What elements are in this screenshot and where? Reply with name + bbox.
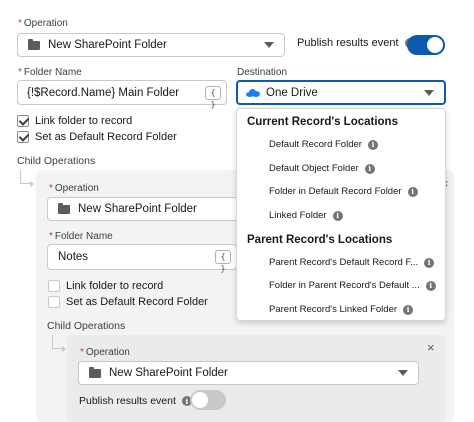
info-icon: i [403,304,414,315]
dropdown-option[interactable]: Folder in Default Record Folder i [269,186,418,197]
operation-label: * Operation [18,18,68,29]
dropdown-option[interactable]: Default Object Folder i [269,163,375,174]
dropdown-group-heading: Parent Record's Locations [247,234,393,246]
publish-results-label: Publish results event [297,37,399,49]
child-link-folder-checkbox[interactable] [48,280,60,292]
default-folder-checkbox[interactable] [17,131,29,143]
child-connector [20,170,34,187]
folder-icon [89,366,101,378]
destination-select-value: One Drive [266,86,318,99]
child-operation-select[interactable]: New SharePoint Folder [47,197,257,221]
folder-name-label-text: Folder Name [23,67,82,78]
child-folder-name-label: * Folder Name [49,231,113,242]
folder-icon [58,202,70,214]
link-folder-label: Link folder to record [35,115,133,127]
nested-operation-select[interactable]: New SharePoint Folder [78,361,419,385]
dropdown-option-label: Parent Record's Default Record F... [269,257,419,268]
dropdown-option-label: Parent Record's Linked Folder [269,304,398,315]
nested-operation-label: * Operation [80,347,130,358]
chevron-down-icon [424,89,434,96]
child-connector [52,335,66,352]
nested-publish-results-label: Publish results event [79,395,176,407]
required-asterisk: * [80,347,84,358]
chevron-down-icon [398,370,408,376]
folder-icon [28,38,40,50]
dropdown-option-label: Folder in Parent Record's Default ... [269,280,420,291]
destination-dropdown: Current Record's Locations Default Recor… [236,108,446,321]
dropdown-option-label: Default Record Folder [269,139,362,150]
child-folder-name-value: Notes [58,251,89,263]
merge-field-button[interactable]: { } [215,250,231,273]
operation-select-value: New SharePoint Folder [48,39,167,51]
chevron-down-icon [264,42,274,48]
info-icon: i [424,257,435,268]
child-link-folder-label: Link folder to record [66,280,164,292]
merge-field-button[interactable]: { } [205,86,221,109]
child-default-folder-label: Set as Default Record Folder [66,296,208,308]
destination-select[interactable]: One Drive [236,80,446,105]
link-folder-checkbox[interactable] [17,115,29,127]
toggle-knob [192,392,208,408]
dropdown-option-label: Folder in Default Record Folder [269,186,402,197]
publish-results-row: Publish results event i [297,37,415,49]
dropdown-option[interactable]: Linked Folder i [269,210,343,221]
child-operation-label-text: Operation [54,183,99,194]
child-folder-name-label-text: Folder Name [54,231,113,242]
folder-name-label: * Folder Name [18,67,82,78]
info-icon: i [364,163,375,174]
onedrive-cloud-icon [246,88,260,97]
info-icon: i [425,280,436,291]
info-icon: i [367,139,378,150]
child-operation-select-value: New SharePoint Folder [78,203,197,215]
nested-operation-select-value: New SharePoint Folder [109,367,228,379]
info-icon: i [407,186,418,197]
required-asterisk: * [18,67,22,78]
folder-name-value: {!$Record.Name} Main Folder [27,86,180,99]
nested-publish-results-row: Publish results event i [79,395,192,407]
nested-operation-label-text: Operation [85,347,130,358]
dropdown-option-label: Default Object Folder [269,163,359,174]
info-icon: i [332,210,343,221]
required-asterisk: * [49,231,53,242]
close-icon[interactable]: × [427,341,435,354]
dropdown-group-heading: Current Record's Locations [247,116,398,128]
destination-label: Destination [237,67,288,78]
child-operations-label: Child Operations [17,155,96,167]
child-child-operations-label: Child Operations [47,320,126,332]
operation-label-text: Operation [23,18,68,29]
child-default-folder-checkbox[interactable] [48,296,60,308]
folder-name-input[interactable]: {!$Record.Name} Main Folder [17,80,227,105]
dropdown-option[interactable]: Folder in Parent Record's Default ... i [269,280,436,291]
toggle-knob [427,37,443,53]
dropdown-option-label: Linked Folder [269,210,327,221]
required-asterisk: * [49,183,53,194]
dropdown-option[interactable]: Parent Record's Linked Folder i [269,304,414,315]
dropdown-option[interactable]: Default Record Folder i [269,139,378,150]
default-folder-label: Set as Default Record Folder [35,131,177,143]
publish-results-toggle[interactable] [407,35,445,55]
child-operation-label: * Operation [49,183,99,194]
nested-publish-results-toggle[interactable] [190,390,226,410]
child-folder-name-input[interactable]: Notes [47,244,237,270]
dropdown-option[interactable]: Parent Record's Default Record F... i [269,257,435,268]
operation-select[interactable]: New SharePoint Folder [17,33,285,57]
required-asterisk: * [18,18,22,29]
